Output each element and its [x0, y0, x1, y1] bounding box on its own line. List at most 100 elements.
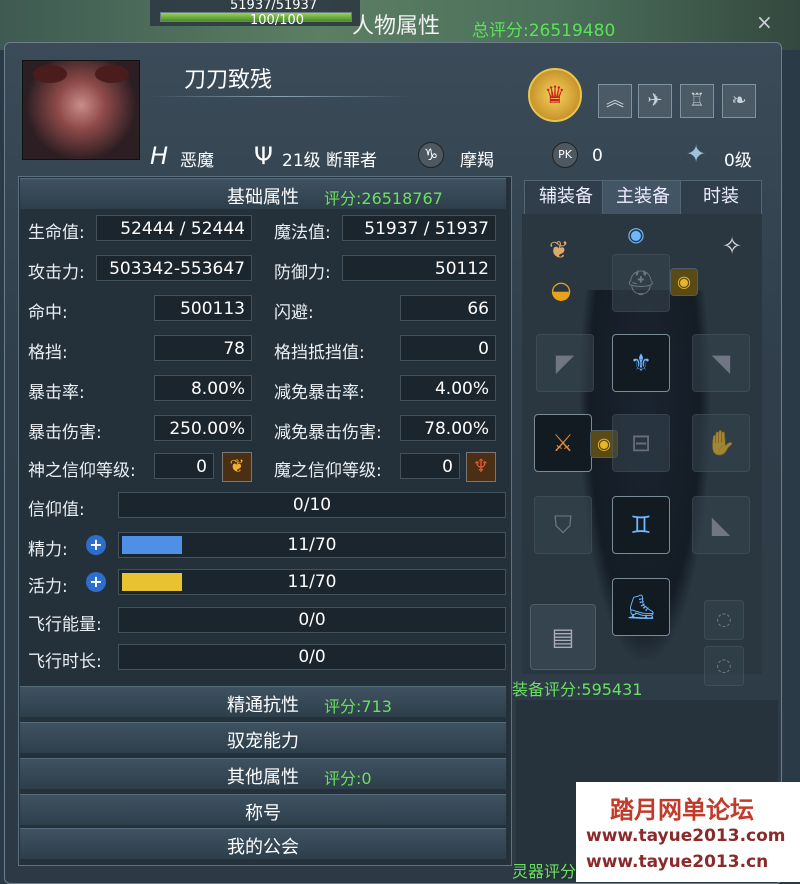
- stat-label: 攻击力:: [28, 263, 85, 283]
- watermark: 踏月网单论坛 www.tayue2013.com www.tayue2013.c…: [576, 782, 800, 882]
- character-portrait: [22, 60, 140, 160]
- belt-slot-icon[interactable]: ⊟: [612, 414, 670, 472]
- flight-energy-text: 0/0: [298, 610, 326, 630]
- tab-main-equipment[interactable]: 主装备: [602, 180, 684, 216]
- watermark-url: www.tayue2013.com: [586, 826, 786, 846]
- flight-energy-bar: 0/0: [118, 607, 506, 633]
- ring-slot-icon[interactable]: ◌: [704, 600, 744, 640]
- rank-value: 0级: [724, 151, 752, 171]
- stat-value: 78: [154, 335, 252, 361]
- shield-slot-icon[interactable]: ⛉: [534, 496, 592, 554]
- cloak-slot-icon[interactable]: ◣: [692, 496, 750, 554]
- hud-sub-text: 100/100: [250, 13, 305, 28]
- stat-label: 格挡抵挡值:: [274, 343, 365, 363]
- stat-label: 暴击率:: [28, 383, 85, 403]
- rank-icon: ✦: [686, 140, 707, 168]
- helmet-slot-icon[interactable]: ⛑: [612, 254, 670, 312]
- section-other-attributes[interactable]: 其他属性 评分:0: [20, 758, 506, 789]
- class-icon: Ψ: [254, 142, 273, 170]
- mask-icon[interactable]: ◒: [534, 262, 588, 304]
- divider: [150, 96, 410, 97]
- character-name: 刀刀致残: [184, 68, 273, 93]
- stat-value: 8.00%: [154, 375, 252, 401]
- god-faith-label: 神之信仰等级:: [28, 461, 136, 481]
- glove-slot-icon[interactable]: ✋: [692, 414, 750, 472]
- close-icon[interactable]: ×: [756, 10, 773, 34]
- belief-label: 信仰值:: [28, 500, 85, 520]
- flight-time-label: 飞行时长:: [28, 652, 102, 672]
- stat-label: 魔法值:: [274, 223, 331, 243]
- tab-auxiliary-equipment[interactable]: 辅装备: [524, 180, 608, 216]
- book-icon[interactable]: ▤: [530, 604, 596, 670]
- window-title: 人物属性: [352, 14, 441, 39]
- zodiac-icon: ♑: [418, 142, 444, 168]
- crown-badge-icon[interactable]: ♛: [528, 68, 582, 122]
- wing-icon[interactable]: ❧: [722, 84, 756, 118]
- stat-label: 生命值:: [28, 223, 85, 243]
- level-class-label: 21级 断罪者: [282, 151, 378, 171]
- section-my-guild[interactable]: 我的公会: [20, 828, 506, 859]
- stat-value: 78.00%: [400, 415, 496, 441]
- weapon-icon[interactable]: ⚔: [534, 414, 592, 472]
- flight-energy-label: 飞行能量:: [28, 615, 102, 635]
- stat-value: 250.00%: [154, 415, 252, 441]
- stat-value: 500113: [154, 295, 252, 321]
- stat-label: 暴击伤害:: [28, 423, 102, 443]
- eye-icon[interactable]: ◉: [670, 268, 698, 296]
- stat-value: 51937 / 51937: [342, 215, 496, 241]
- stat-value: 0: [400, 335, 496, 361]
- demon-faith-value: 0: [400, 453, 460, 479]
- belief-bar: 0/10: [118, 492, 506, 518]
- stat-label: 闪避:: [274, 303, 314, 323]
- chest-armor-icon[interactable]: ⚜: [612, 334, 670, 392]
- stat-label: 减免暴击伤害:: [274, 423, 382, 443]
- stat-label: 命中:: [28, 303, 68, 323]
- eagle-icon[interactable]: ✈: [638, 84, 672, 118]
- total-score: 总评分:26519480: [472, 21, 616, 41]
- stat-value: 4.00%: [400, 375, 496, 401]
- stat-label: 格挡:: [28, 343, 68, 363]
- section-title: 其他属性: [227, 767, 299, 788]
- vitality-label: 活力:: [28, 577, 68, 597]
- race-label: 恶魔: [180, 151, 214, 171]
- ring-slot-icon[interactable]: ◌: [704, 646, 744, 686]
- wing-accessory-icon[interactable]: ❦: [534, 222, 584, 264]
- stat-value: 52444 / 52444: [96, 215, 252, 241]
- leg-armor-icon[interactable]: ♊: [612, 496, 670, 554]
- stat-label: 防御力:: [274, 263, 331, 283]
- vitality-bar: 11/70: [118, 569, 506, 595]
- tab-fashion[interactable]: 时装: [680, 180, 762, 216]
- shoulder-slot-icon[interactable]: ◤: [536, 334, 594, 392]
- bracer-slot-icon[interactable]: ◥: [692, 334, 750, 392]
- section-title: 精通抗性: [227, 695, 299, 716]
- add-vitality-button[interactable]: +: [86, 572, 106, 592]
- watermark-url: www.tayue2013.cn: [586, 852, 769, 872]
- boots-icon[interactable]: ⛸: [612, 578, 670, 636]
- stat-value: 50112: [342, 255, 496, 281]
- energy-text: 11/70: [287, 535, 337, 555]
- section-score: 评分:713: [324, 697, 392, 716]
- spirit-orb-icon[interactable]: ◉: [622, 220, 650, 248]
- god-faith-icon[interactable]: ❦: [222, 452, 252, 482]
- hud-hp-text: 51937/51937: [230, 0, 318, 13]
- section-score: 评分:26518767: [324, 189, 443, 208]
- energy-bar: 11/70: [118, 532, 506, 558]
- pk-icon: PK: [552, 142, 578, 168]
- section-pet-ability[interactable]: 驭宠能力: [20, 722, 506, 753]
- cape-icon[interactable]: ✧: [706, 218, 758, 278]
- stat-label: 减免暴击率:: [274, 383, 365, 403]
- rank-up-icon[interactable]: ︽: [598, 84, 632, 118]
- section-score: 评分:0: [324, 769, 372, 788]
- pk-value: 0: [592, 146, 603, 166]
- demon-faith-icon[interactable]: ♆: [466, 452, 496, 482]
- section-titles[interactable]: 称号: [20, 794, 506, 825]
- trophy-icon[interactable]: ♖: [680, 84, 714, 118]
- section-mastery-resistance[interactable]: 精通抗性 评分:713: [20, 686, 506, 717]
- section-title: 称号: [245, 803, 281, 824]
- section-basic-attributes[interactable]: 基础属性 评分:26518767: [20, 178, 506, 209]
- god-faith-value: 0: [154, 453, 214, 479]
- zodiac-label: 摩羯: [460, 151, 494, 171]
- flight-time-bar: 0/0: [118, 644, 506, 670]
- stat-value: 503342-553647: [96, 255, 252, 281]
- add-energy-button[interactable]: +: [86, 535, 106, 555]
